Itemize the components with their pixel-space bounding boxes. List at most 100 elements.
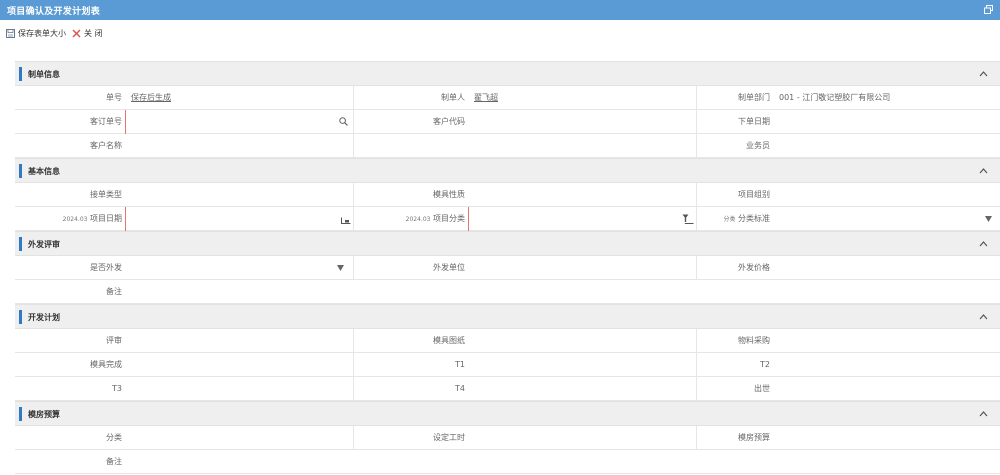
category-label: 分类 分类标准 [696,207,773,231]
outsource-unit-label: 外发单位 [433,263,465,272]
classify-input[interactable] [125,426,353,450]
t2-input[interactable] [773,353,1000,377]
mold-nature-input[interactable] [468,183,696,207]
customer-name-input[interactable] [125,134,353,158]
t1-input[interactable] [468,353,696,377]
customer-code-label: 客户代码 [433,117,465,126]
project-group-input[interactable] [773,183,1000,207]
customer-name-label: 客户名称 [90,141,122,150]
order-date-label: 下单日期 [738,117,770,126]
project-cat-sublabel: 2024.03 [405,216,431,223]
section-accent-bar [19,310,22,324]
close-icon [72,29,81,37]
set-hours-input[interactable] [468,426,696,450]
outsource-remark-input[interactable] [125,280,1000,304]
mold-complete-label: 模具完成 [90,360,122,369]
mold-nature-label: 模具性质 [433,190,465,199]
window-title: 项目确认及开发计划表 [7,7,101,17]
dropdown-arrow-icon[interactable] [985,216,992,222]
review-input[interactable] [125,329,353,353]
order-no-label: 客订单号 [90,117,122,126]
set-hours-label: 设定工时 [433,433,465,442]
section-title-outsource: 外发评审 [28,240,60,249]
section-header-outsource: 外发评审 [15,231,1000,256]
category-select[interactable] [773,207,1000,231]
project-start-label-text: 项目日期 [90,214,122,223]
section-title-budget: 模房预算 [28,410,60,419]
collapse-chevron-up-icon[interactable] [979,240,988,247]
close-label: 关 闭 [84,28,103,38]
form-row: 备注 [15,280,1000,304]
toolbar: 保存表单大小 关 闭 [0,25,1000,41]
form-row: 模具完成 T1 T2 [15,353,1000,377]
salesman-label: 业务员 [746,141,770,150]
project-cat-label: 2024.03 项目分类 [353,207,468,231]
filter-icon[interactable] [682,214,694,224]
project-cat-input[interactable] [468,207,696,231]
close-button[interactable]: 关 闭 [72,27,103,39]
outsource-remark-label: 备注 [106,287,122,296]
section-accent-bar [19,67,22,81]
outsource-price-label: 外发价格 [738,263,770,272]
form-row: 接单类型 模具性质 项目组别 [15,183,1000,207]
t4-label: T4 [455,384,465,393]
maker-value: 翟飞超 [474,93,498,102]
section-header-basic: 基本信息 [15,158,1000,183]
order-type-input[interactable] [125,183,353,207]
classify-label: 分类 [106,433,122,442]
section-header-maker: 制单信息 [15,61,1000,86]
material-purchase-input[interactable] [773,329,1000,353]
dept-label: 制单部门 [738,93,770,102]
mold-drawing-label: 模具图纸 [433,336,465,345]
project-start-sublabel: 2024.03 [62,216,88,223]
section-header-plan: 开发计划 [15,304,1000,329]
form-row: 客订单号 客户代码 下单日期 [15,110,1000,134]
outsource-unit-input[interactable] [468,256,696,280]
maker-label: 制单人 [441,93,465,102]
collapse-chevron-up-icon[interactable] [979,313,988,320]
calendar-icon[interactable] [341,217,351,224]
form-row: 是否外发 外发单位 外发价格 [15,256,1000,280]
order-type-label: 接单类型 [90,190,122,199]
customer-code-input[interactable] [468,110,696,134]
dropdown-arrow-icon[interactable] [337,265,344,271]
collapse-chevron-up-icon[interactable] [979,167,988,174]
mold-budget-input[interactable] [773,426,1000,450]
budget-remark-label: 备注 [106,457,122,466]
collapse-chevron-up-icon[interactable] [979,410,988,417]
form-row: T3 T4 出世 [15,377,1000,401]
t3-input[interactable] [125,377,353,401]
save-icon [6,28,15,38]
category-label-text: 分类标准 [738,214,770,223]
restore-window-icon[interactable] [984,5,993,14]
form-row: 分类 设定工时 模房预算 [15,426,1000,450]
project-start-input[interactable] [125,207,353,231]
project-form: 制单信息 单号 保存后生成 制单人 翟飞超 制单部门 001 - 江门敬记塑胶厂… [15,61,1000,474]
is-outsource-select[interactable] [125,256,353,280]
mold-drawing-input[interactable] [468,329,696,353]
t4-input[interactable] [468,377,696,401]
project-start-label: 2024.03 项目日期 [15,207,125,231]
ship-label: 出世 [754,384,770,393]
ship-input[interactable] [773,377,1000,401]
section-accent-bar [19,164,22,178]
save-form-size-label: 保存表单大小 [18,28,66,38]
project-cat-label-text: 项目分类 [433,214,465,223]
project-group-label: 项目组别 [738,190,770,199]
maker-field: 翟飞超 [468,86,696,110]
search-icon[interactable] [339,117,348,126]
order-no-input[interactable] [125,110,353,134]
bill-no-value: 保存后生成 [131,93,171,102]
salesman-input[interactable] [773,134,1000,158]
section-accent-bar [19,237,22,251]
budget-remark-input[interactable] [125,450,1000,474]
mold-complete-input[interactable] [125,353,353,377]
save-form-size-button[interactable]: 保存表单大小 [6,27,66,39]
section-accent-bar [19,407,22,421]
bill-no-field: 保存后生成 [125,86,353,110]
collapse-chevron-up-icon[interactable] [979,70,988,77]
order-date-input[interactable] [773,110,1000,134]
outsource-price-input[interactable] [773,256,1000,280]
divider [353,134,354,158]
form-row: 单号 保存后生成 制单人 翟飞超 制单部门 001 - 江门敬记塑胶厂有限公司 [15,86,1000,110]
